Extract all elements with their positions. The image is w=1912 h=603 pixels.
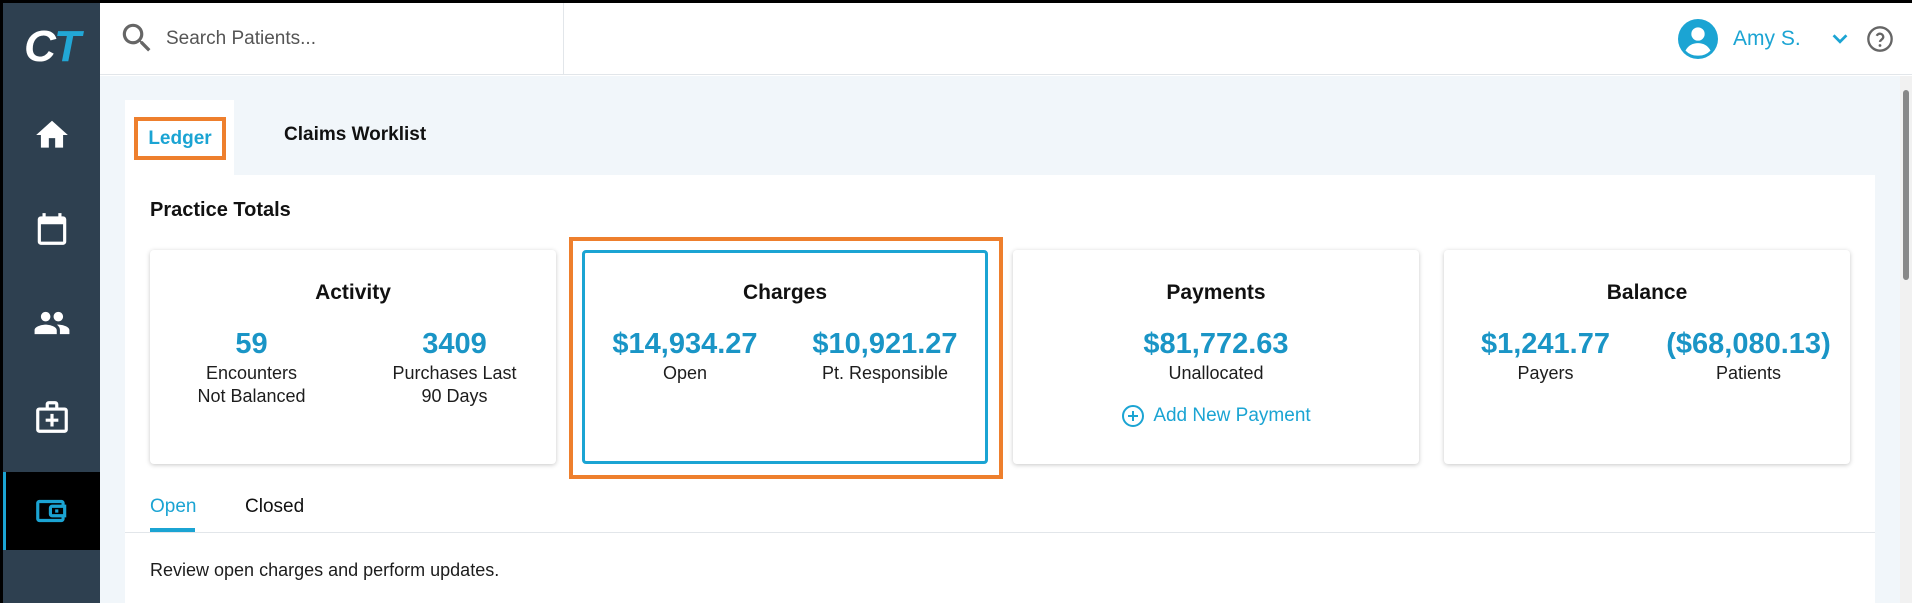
stat-label: Not Balanced bbox=[197, 386, 306, 406]
user-avatar-icon bbox=[1678, 19, 1718, 59]
stat-label: Encounters bbox=[205, 363, 298, 383]
stat-label: Unallocated bbox=[1168, 363, 1264, 383]
sidebar-item-patients[interactable] bbox=[3, 284, 100, 362]
stat-label: Pt. Responsible bbox=[821, 363, 949, 383]
user-menu[interactable]: Amy S. bbox=[1678, 17, 1851, 61]
stat-label: Payers bbox=[1517, 363, 1574, 383]
chevron-down-icon[interactable] bbox=[1829, 28, 1851, 50]
sidebar: CT bbox=[3, 3, 100, 603]
section-title: Practice Totals bbox=[150, 199, 291, 221]
home-icon bbox=[35, 120, 68, 148]
search-input[interactable] bbox=[166, 23, 546, 55]
open-charges-stat: $14,934.27 Open bbox=[585, 326, 785, 385]
tab-ledger[interactable]: Ledger bbox=[134, 117, 226, 160]
people-icon bbox=[34, 311, 69, 335]
stat-value: $14,934.27 bbox=[612, 328, 758, 360]
search-icon bbox=[122, 23, 151, 52]
divider bbox=[125, 532, 1875, 533]
logo-letter-t: T bbox=[53, 22, 81, 71]
payers-stat: $1,241.77 Payers bbox=[1444, 326, 1647, 385]
balance-card: Balance $1,241.77 Payers ($68,080.13) Pa… bbox=[1444, 250, 1850, 464]
stat-label: Patients bbox=[1715, 363, 1782, 383]
payments-card: Payments $81,772.63 Unallocated Add New … bbox=[1013, 250, 1419, 464]
patients-stat: ($68,080.13) Patients bbox=[1647, 326, 1850, 385]
stat-value: 3409 bbox=[422, 328, 487, 360]
calendar-icon bbox=[37, 213, 66, 245]
encounters-stat: 59 Encounters Not Balanced bbox=[150, 326, 353, 408]
stat-value: $81,772.63 bbox=[1143, 328, 1289, 360]
help-icon[interactable] bbox=[1866, 25, 1894, 53]
stat-value: $10,921.27 bbox=[812, 328, 958, 360]
logo-letter-c: C bbox=[24, 22, 56, 71]
add-new-payment-button[interactable]: Add New Payment bbox=[1013, 404, 1419, 428]
card-title: Activity bbox=[315, 281, 391, 304]
stat-value: 59 bbox=[235, 328, 268, 360]
sidebar-item-home[interactable] bbox=[3, 96, 100, 174]
user-name: Amy S. bbox=[1733, 27, 1801, 50]
sidebar-item-medical[interactable] bbox=[3, 378, 100, 456]
stat-value: ($68,080.13) bbox=[1666, 328, 1831, 360]
wallet-icon bbox=[35, 499, 66, 523]
charges-card[interactable]: Charges $14,934.27 Open $10,921.27 Pt. R… bbox=[582, 250, 988, 464]
stat-label: 90 Days bbox=[421, 386, 488, 406]
sidebar-item-calendar[interactable] bbox=[3, 190, 100, 268]
unallocated-stat: $81,772.63 Unallocated bbox=[1013, 326, 1419, 385]
search-bar bbox=[100, 3, 564, 75]
subtab-closed[interactable]: Closed bbox=[245, 496, 304, 518]
card-title: Payments bbox=[1166, 281, 1266, 304]
purchases-stat: 3409 Purchases Last 90 Days bbox=[353, 326, 556, 408]
stat-label: Open bbox=[662, 363, 708, 383]
tab-claims-worklist[interactable]: Claims Worklist bbox=[284, 124, 426, 146]
pt-responsible-stat: $10,921.27 Pt. Responsible bbox=[785, 326, 985, 385]
card-title: Balance bbox=[1606, 281, 1688, 304]
add-new-payment-label: Add New Payment bbox=[1153, 405, 1311, 426]
sidebar-item-billing[interactable] bbox=[3, 472, 100, 550]
open-charges-description: Review open charges and perform updates. bbox=[150, 560, 500, 580]
stat-label: Purchases Last bbox=[392, 363, 517, 383]
activity-card: Activity 59 Encounters Not Balanced 3409… bbox=[150, 250, 556, 464]
scrollbar[interactable] bbox=[1900, 76, 1912, 603]
card-title: Charges bbox=[742, 281, 828, 304]
medical-kit-icon bbox=[35, 401, 68, 433]
plus-circle-icon bbox=[1122, 405, 1145, 427]
stat-value: $1,241.77 bbox=[1480, 328, 1610, 360]
app-logo[interactable]: CT bbox=[3, 3, 100, 91]
scrollbar-thumb[interactable] bbox=[1903, 90, 1909, 280]
subtab-open[interactable]: Open bbox=[150, 496, 196, 518]
top-header: Amy S. bbox=[100, 3, 1912, 75]
